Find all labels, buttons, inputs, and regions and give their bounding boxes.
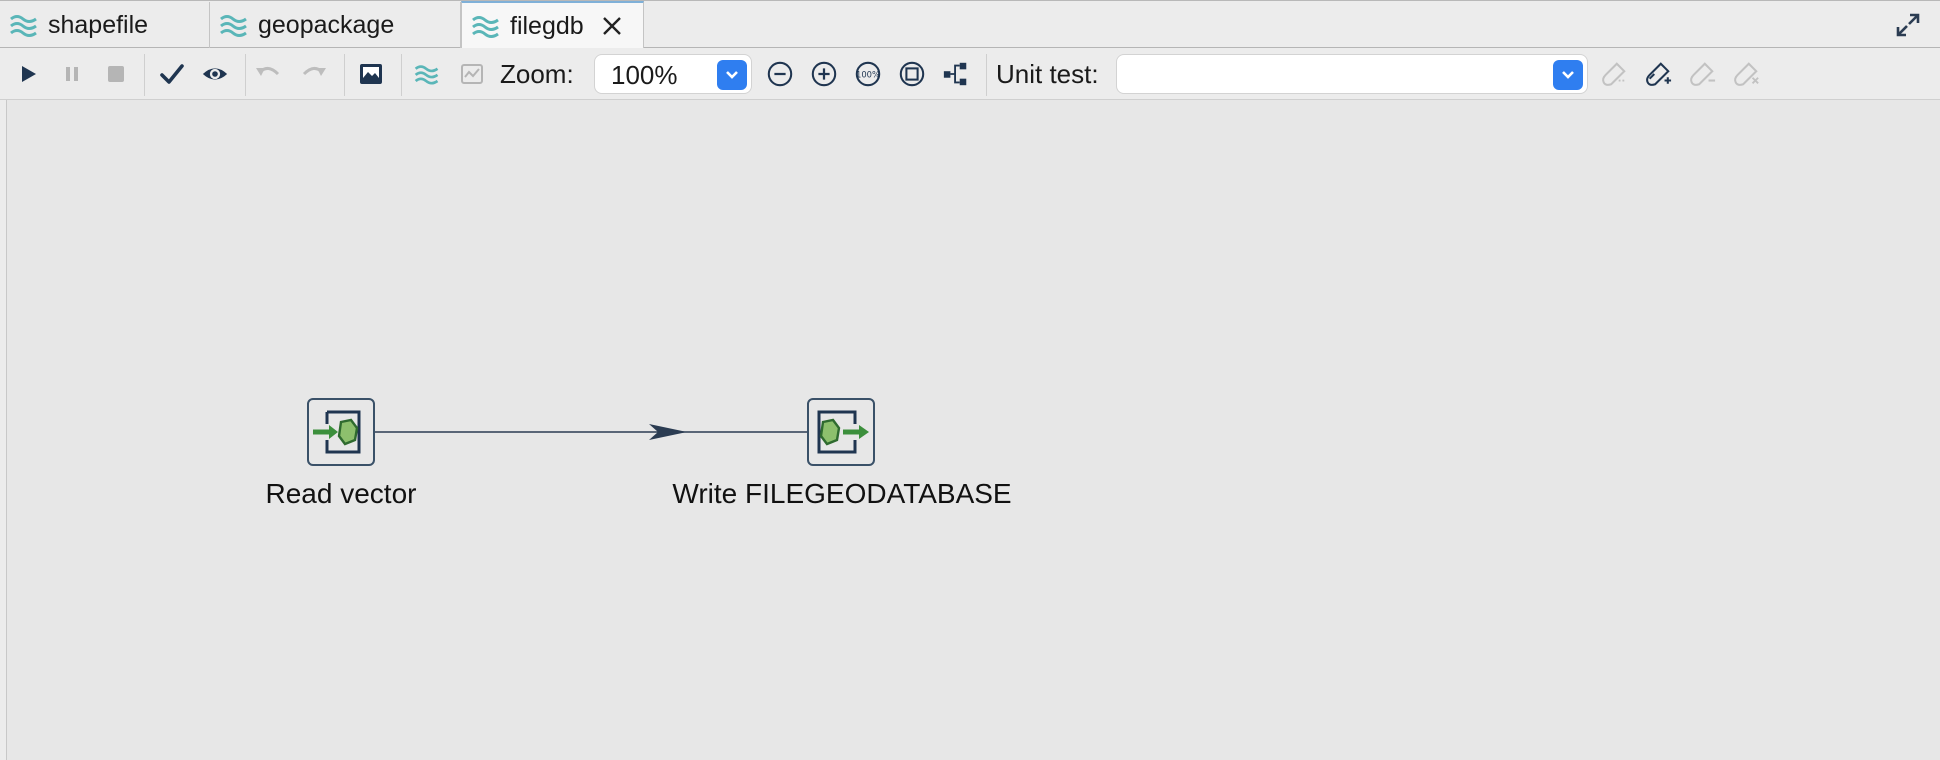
- read-vector-icon: [313, 410, 361, 454]
- clear-test-button[interactable]: [1732, 60, 1760, 88]
- chart-refresh-icon: [461, 64, 483, 84]
- zoom-100-icon: 100%: [855, 61, 881, 87]
- add-test-button[interactable]: [1644, 60, 1672, 88]
- stop-icon: [108, 66, 124, 82]
- checkmark-icon: [160, 64, 184, 84]
- transformation-icon: [220, 15, 247, 37]
- zoom-out-button[interactable]: [766, 60, 794, 88]
- screenshot-button[interactable]: [357, 60, 385, 88]
- stop-button[interactable]: [102, 60, 130, 88]
- tab-label: shapefile: [48, 10, 149, 39]
- transformation-icon: [472, 16, 499, 38]
- toolbar-separator: [986, 54, 987, 96]
- zoom-fit-button[interactable]: [898, 60, 926, 88]
- toolbar-separator: [344, 54, 345, 96]
- toolbar-separator: [401, 54, 402, 96]
- chevron-down-icon[interactable]: [717, 60, 747, 90]
- play-icon: [22, 66, 36, 82]
- auto-layout-icon: [943, 62, 967, 86]
- test-tube-edit-icon: [1602, 62, 1627, 86]
- step-read-vector[interactable]: [307, 398, 375, 466]
- verify-button[interactable]: [158, 60, 186, 88]
- tab-label: geopackage: [258, 10, 395, 39]
- zoom-in-icon: [811, 61, 837, 87]
- pause-icon: [66, 67, 78, 81]
- tab-label: filegdb: [510, 11, 584, 40]
- run-button[interactable]: [14, 60, 42, 88]
- tab-bar: shapefile geopackage filegdb: [0, 0, 1940, 49]
- step-label: Write FILEGEODATABASE: [672, 478, 1012, 509]
- test-tube-clear-icon: [1734, 62, 1759, 86]
- svg-text:100%: 100%: [856, 69, 880, 79]
- metrics-button[interactable]: [458, 60, 486, 88]
- maximize-icon[interactable]: [1894, 11, 1922, 39]
- toolbar: Zoom: 100% 100% Unit test:: [0, 48, 1940, 100]
- tab-filegdb[interactable]: filegdb: [461, 1, 644, 49]
- toolbar-separator: [245, 54, 246, 96]
- zoom-100-button[interactable]: 100%: [854, 60, 882, 88]
- fit-screen-icon: [899, 61, 925, 87]
- pause-button[interactable]: [58, 60, 86, 88]
- eye-icon: [202, 68, 228, 80]
- chevron-down-icon[interactable]: [1553, 60, 1583, 90]
- undo-button[interactable]: [254, 60, 282, 88]
- transformation-icon: [414, 65, 439, 85]
- zoom-select[interactable]: 100%: [594, 54, 752, 94]
- preview-button[interactable]: [201, 60, 229, 88]
- test-tube-remove-icon: [1690, 62, 1716, 86]
- pipeline-canvas[interactable]: Read vector Write FILEGEODATABASE: [6, 100, 1940, 760]
- undo-icon: [256, 67, 280, 76]
- zoom-in-button[interactable]: [810, 60, 838, 88]
- write-vector-icon: [817, 410, 869, 454]
- tab-shapefile[interactable]: shapefile: [0, 2, 210, 48]
- test-tube-add-icon: [1646, 62, 1672, 86]
- step-label: Read vector: [265, 478, 417, 509]
- redo-icon: [302, 67, 326, 76]
- zoom-out-icon: [767, 61, 793, 87]
- unit-test-label: Unit test:: [996, 59, 1099, 89]
- unit-test-select[interactable]: [1116, 54, 1588, 94]
- close-icon[interactable]: [600, 14, 624, 38]
- image-icon: [360, 64, 382, 84]
- step-write-filegeodatabase[interactable]: [807, 398, 875, 466]
- hop-connector[interactable]: [7, 100, 1940, 760]
- toolbar-separator: [144, 54, 145, 96]
- redo-button[interactable]: [300, 60, 328, 88]
- tab-geopackage[interactable]: geopackage: [210, 2, 461, 48]
- pipeline-button[interactable]: [413, 60, 441, 88]
- edit-test-button[interactable]: [1600, 60, 1628, 88]
- zoom-label: Zoom:: [500, 59, 574, 89]
- delete-test-button[interactable]: [1688, 60, 1716, 88]
- zoom-value: 100%: [611, 60, 678, 90]
- layout-button[interactable]: [942, 60, 970, 88]
- transformation-icon: [10, 15, 37, 37]
